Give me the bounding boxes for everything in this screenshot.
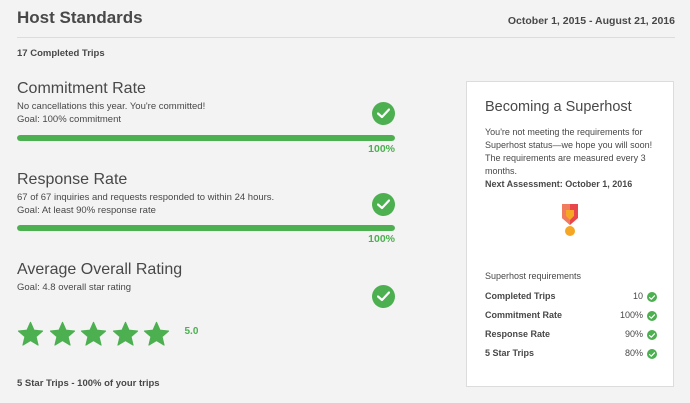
response-rate-bar (17, 225, 395, 231)
star-icon (17, 321, 44, 348)
requirement-value: 80% (624, 348, 643, 358)
page-title: Host Standards (17, 8, 143, 27)
requirement-row-response-rate: Response Rate 90% (485, 329, 657, 342)
five-star-trips: 5 Star Trips - 100% of your trips (17, 378, 160, 389)
commitment-rate-percent: 100% (368, 143, 395, 155)
check-circle-icon (647, 311, 657, 321)
response-rate-percent: 100% (368, 233, 395, 245)
average-rating-goal: Goal: 4.8 overall star rating (17, 282, 132, 293)
completed-trips-count: 17 Completed Trips (17, 48, 105, 59)
average-rating-title: Average Overall Rating (17, 261, 183, 278)
superhost-panel-text: You're not meeting the requirements for … (485, 126, 663, 191)
host-standards-page: Host Standards October 1, 2015 - August … (0, 0, 690, 403)
requirement-label: Commitment Rate (485, 310, 563, 320)
star-icon (49, 321, 76, 348)
commitment-rate-desc: No cancellations this year. You're commi… (17, 100, 397, 126)
superhost-panel: Becoming a Superhost You're not meeting … (466, 81, 674, 387)
requirement-row-completed-trips: Completed Trips 10 (485, 291, 657, 304)
rating-value: 5.0 (184, 326, 199, 337)
response-rate-goal: Goal: At least 90% response rate (17, 205, 156, 216)
next-assessment: Next Assessment: October 1, 2016 (485, 179, 633, 189)
response-rate-title: Response Rate (17, 171, 128, 188)
average-rating-desc: Goal: 4.8 overall star rating (17, 281, 397, 294)
superhost-requirements-title: Superhost requirements (485, 271, 582, 281)
response-rate-bar-fill (17, 225, 395, 231)
star-icon (80, 321, 107, 348)
requirement-value: 90% (624, 329, 643, 339)
requirement-label: 5 Star Trips (485, 348, 535, 358)
response-rate-section: Response Rate 67 of 67 inquiries and req… (17, 170, 397, 250)
star-icon (112, 321, 139, 348)
check-circle-icon (647, 292, 657, 302)
superhost-status-text: You're not meeting the requirements for … (485, 127, 653, 176)
commitment-rate-goal: Goal: 100% commitment (17, 114, 122, 125)
check-circle-icon (647, 330, 657, 340)
requirement-label: Completed Trips (485, 291, 556, 301)
commitment-rate-title: Commitment Rate (17, 80, 146, 97)
response-rate-desc: 67 of 67 inquiries and requests responde… (17, 191, 397, 217)
commitment-rate-bar-fill (17, 135, 395, 141)
requirement-value: 10 (632, 291, 643, 301)
check-circle-icon (647, 349, 657, 359)
page-header: Host Standards October 1, 2015 - August … (17, 6, 675, 38)
commitment-rate-section: Commitment Rate No cancellations this ye… (17, 79, 397, 159)
commitment-rate-line1: No cancellations this year. You're commi… (17, 101, 206, 112)
requirement-row-five-star-trips: 5 Star Trips 80% (485, 348, 657, 361)
superhost-medal-icon (560, 204, 580, 242)
stars-row (17, 321, 175, 348)
superhost-panel-title: Becoming a Superhost (485, 99, 632, 115)
commitment-rate-bar (17, 135, 395, 141)
check-circle-icon (372, 193, 395, 216)
requirement-value: 100% (619, 310, 643, 320)
date-range: October 1, 2015 - August 21, 2016 (507, 15, 675, 27)
response-rate-line1: 67 of 67 inquiries and requests responde… (17, 192, 275, 203)
requirement-label: Response Rate (485, 329, 551, 339)
requirement-row-commitment-rate: Commitment Rate 100% (485, 310, 657, 323)
star-icon (143, 321, 170, 348)
star-rating: 5.0 (17, 321, 198, 348)
average-rating-section: Average Overall Rating Goal: 4.8 overall… (17, 260, 397, 310)
check-circle-icon (372, 285, 395, 308)
check-circle-icon (372, 102, 395, 125)
